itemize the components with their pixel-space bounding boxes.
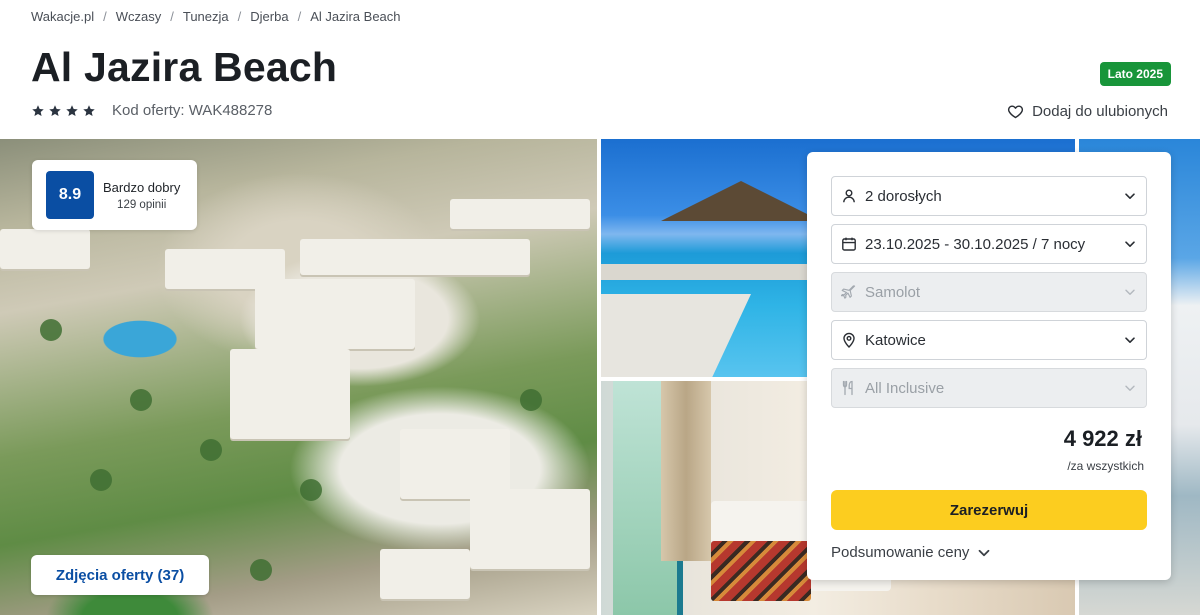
chevron-down-icon: [977, 546, 991, 560]
breadcrumb-item-current: Al Jazira Beach: [310, 9, 401, 24]
photo-detail: [200, 439, 222, 461]
photo-detail: [661, 181, 821, 221]
breadcrumb-item-country[interactable]: Tunezja: [183, 9, 229, 24]
add-to-favorites-button[interactable]: Dodaj do ulubionych: [1007, 103, 1168, 120]
breadcrumb-separator: /: [103, 9, 107, 24]
price-summary-toggle[interactable]: Podsumowanie ceny: [831, 544, 991, 561]
person-icon: [841, 188, 857, 204]
book-button[interactable]: Zarezerwuj: [831, 490, 1147, 530]
star-icon: [82, 104, 96, 118]
chevron-down-icon: [1123, 285, 1137, 299]
rating-text: Bardzo dobry 129 opinii: [103, 180, 180, 211]
photo-detail: [661, 381, 711, 561]
breadcrumb-item-home[interactable]: Wakacje.pl: [31, 9, 94, 24]
departure-value: Katowice: [865, 331, 926, 349]
plane-icon: [841, 284, 857, 300]
board-value: All Inclusive: [865, 379, 945, 397]
cutlery-icon: [841, 380, 857, 396]
board-select: All Inclusive: [831, 368, 1147, 408]
chevron-down-icon: [1123, 381, 1137, 395]
hotel-meta: Kod oferty: WAK488278: [31, 102, 272, 119]
breadcrumb-item-region[interactable]: Djerba: [250, 9, 288, 24]
offer-photos-button[interactable]: Zdjęcia oferty (37): [31, 555, 209, 595]
rating-label: Bardzo dobry: [103, 179, 181, 195]
star-rating: [31, 104, 96, 118]
photo-detail: [255, 279, 415, 349]
dates-select[interactable]: 23.10.2025 - 30.10.2025 / 7 nocy: [831, 224, 1147, 264]
star-icon: [31, 104, 45, 118]
photo-detail: [0, 229, 90, 269]
chevron-down-icon: [1123, 237, 1137, 251]
star-icon: [65, 104, 79, 118]
travelers-select[interactable]: 2 dorosłych: [831, 176, 1147, 216]
rating-badge[interactable]: 8.9 Bardzo dobry 129 opinii: [32, 160, 197, 230]
review-count: 129 opinii: [117, 198, 167, 211]
favorite-label: Dodaj do ulubionych: [1032, 103, 1168, 120]
breadcrumb-separator: /: [170, 9, 174, 24]
photo-detail: [520, 389, 542, 411]
breadcrumb-separator: /: [297, 9, 302, 24]
photo-detail: [300, 479, 322, 501]
price-summary-label: Podsumowanie ceny: [831, 544, 970, 561]
breadcrumb-separator: /: [237, 9, 242, 24]
photo-detail: [230, 349, 350, 439]
transport-value: Samolot: [865, 283, 921, 301]
booking-panel: 2 dorosłych 23.10.2025 - 30.10.2025 / 7 …: [807, 152, 1171, 580]
page-title: Al Jazira Beach: [31, 44, 338, 90]
heart-icon: [1007, 103, 1024, 120]
photo-detail: [470, 489, 590, 569]
chevron-down-icon: [1123, 189, 1137, 203]
dates-value: 23.10.2025 - 30.10.2025 / 7 nocy: [865, 235, 1086, 253]
breadcrumb: Wakacje.pl / Wczasy / Tunezja / Djerba /…: [31, 9, 401, 24]
breadcrumb-item-wczasy[interactable]: Wczasy: [116, 9, 162, 24]
price-note: /za wszystkich: [1067, 459, 1144, 473]
price-total: 4 922 zł: [1063, 426, 1142, 451]
departure-select[interactable]: Katowice: [831, 320, 1147, 360]
transport-select: Samolot: [831, 272, 1147, 312]
chevron-down-icon: [1123, 333, 1137, 347]
photo-detail: [601, 294, 751, 377]
photo-detail: [90, 469, 112, 491]
photo-detail: [250, 559, 272, 581]
calendar-icon: [841, 236, 857, 252]
travelers-value: 2 dorosłych: [865, 187, 942, 205]
photo-detail: [130, 389, 152, 411]
season-badge: Lato 2025: [1099, 62, 1171, 86]
photo-detail: [300, 239, 530, 275]
rating-score: 8.9: [46, 171, 94, 219]
offer-code: Kod oferty: WAK488278: [112, 102, 273, 119]
photo-detail: [40, 319, 62, 341]
photo-detail: [711, 541, 811, 601]
location-pin-icon: [841, 332, 857, 348]
photo-detail: [450, 199, 590, 229]
photo-detail: [380, 549, 470, 599]
star-icon: [48, 104, 62, 118]
